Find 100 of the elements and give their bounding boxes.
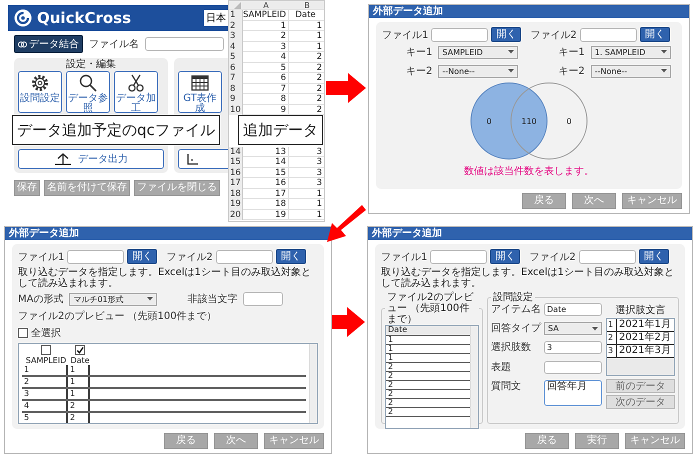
open-button[interactable]: 開く xyxy=(276,249,306,264)
table-cell: 1 xyxy=(22,365,68,375)
row-number: 3 xyxy=(229,31,243,42)
file-field[interactable] xyxy=(216,250,273,264)
export-button[interactable]: データ出力 xyxy=(18,149,164,169)
tool-button[interactable]: データ参照 xyxy=(66,71,110,113)
caret-icon xyxy=(147,297,154,301)
open-button[interactable]: 開く xyxy=(127,249,158,264)
text-field[interactable]: 3 xyxy=(544,341,602,354)
open-button[interactable]: 開く xyxy=(640,27,670,42)
table-cell: 4 xyxy=(22,401,68,411)
caret-icon xyxy=(660,50,667,54)
open-button[interactable]: 開く xyxy=(491,27,522,42)
checkbox[interactable] xyxy=(75,345,85,355)
table-cell-text: 2021年1月 xyxy=(618,319,671,331)
field-label: 質問文 xyxy=(491,380,522,393)
table-cell: 2 xyxy=(289,73,324,84)
row-number: 5 xyxy=(229,52,243,62)
choices-title: 選択肢文言 xyxy=(614,304,666,317)
group-title: ファイル2のプレビュー （先頭100件まで） xyxy=(386,292,474,325)
row-number: 14 xyxy=(229,146,243,157)
gear-icon xyxy=(30,73,50,93)
table-cell: 2 xyxy=(243,31,289,42)
table-cell: 5 xyxy=(243,62,289,73)
key-dropdown[interactable]: SAMPLEID xyxy=(438,46,518,58)
file-field[interactable] xyxy=(430,250,488,264)
caret-icon xyxy=(508,50,514,54)
row-number: 7 xyxy=(229,73,243,84)
data-join-button[interactable]: データ結合 xyxy=(14,35,83,53)
file-field[interactable] xyxy=(67,250,124,264)
format-dropdown[interactable]: マルチ01形式 xyxy=(69,292,158,306)
table-cell: 1 xyxy=(607,319,617,331)
key-dropdown[interactable]: 1. SAMPLEID xyxy=(590,46,671,58)
caret-icon xyxy=(508,69,514,73)
open-button[interactable]: 開く xyxy=(490,249,520,264)
callout-label: 追加データ xyxy=(238,115,323,145)
chart-icon xyxy=(187,153,199,165)
row-number: 2 xyxy=(229,20,243,31)
file-name-field[interactable] xyxy=(145,37,224,51)
count-label: 0 xyxy=(486,117,492,126)
table-cell: 2 xyxy=(289,84,324,94)
tool-button[interactable]: データ加工 xyxy=(114,71,158,113)
key-dropdown[interactable]: --None-- xyxy=(590,64,671,78)
count-label: 0 xyxy=(566,117,572,126)
row-number: 6 xyxy=(229,62,243,73)
app-title: QuickCross xyxy=(37,9,132,27)
file-field[interactable] xyxy=(578,250,636,264)
select-all-label: 全選択 xyxy=(31,327,61,340)
table-cell: 3 xyxy=(289,178,324,188)
scissors-icon xyxy=(126,73,146,93)
file-name-label: ファイル名 xyxy=(89,38,139,51)
column-letter: A xyxy=(262,1,270,10)
hint-text: 数値は該当件数を表します。 xyxy=(463,164,595,178)
tool-button[interactable]: 設問設定 xyxy=(18,71,62,113)
count-label: 110 xyxy=(521,117,537,126)
row-number: 9 xyxy=(229,94,243,104)
arrow xyxy=(326,73,366,103)
table-cell: 1 xyxy=(289,42,324,52)
non-match-field[interactable] xyxy=(243,292,284,306)
table-cell: 2 xyxy=(289,94,324,104)
table-cell: 3 xyxy=(243,42,289,52)
file-label: ファイル1 xyxy=(382,28,428,42)
file-field[interactable] xyxy=(431,28,488,42)
upload-icon xyxy=(54,153,72,165)
column-header: Date xyxy=(70,356,90,365)
checkbox[interactable] xyxy=(41,345,51,355)
tool-button[interactable]: GT表作成 xyxy=(178,71,222,113)
text-field[interactable]: Date xyxy=(544,303,602,316)
table-cell: 19 xyxy=(243,210,289,220)
open-button[interactable]: 開く xyxy=(638,249,669,264)
callout-label: データ追加予定のqcファイル xyxy=(12,115,220,145)
table-cell: 1 xyxy=(289,20,324,31)
table-cell: 2 xyxy=(289,62,324,73)
answer-type-dropdown[interactable]: SA xyxy=(544,322,602,336)
field-label: 回答タイプ xyxy=(491,322,541,336)
table-cell-text: 2021年2月 xyxy=(618,332,671,344)
row-number: 18 xyxy=(229,188,243,199)
row-number: 4 xyxy=(229,42,243,52)
table-cell: 1 xyxy=(243,20,289,31)
key-label: キー2 xyxy=(406,65,432,78)
table-cell: 1 xyxy=(68,377,90,387)
language-button[interactable]: 日本 xyxy=(204,10,228,26)
preview-label: ファイル2のプレビュー （先頭100件まで） xyxy=(18,310,218,323)
checkbox[interactable] xyxy=(18,328,28,338)
column-header: Date xyxy=(386,326,470,336)
file-field[interactable] xyxy=(580,28,637,42)
field-label: 選択肢数 xyxy=(491,341,532,354)
dialog-title: 外部データ追加 xyxy=(368,227,692,240)
table-cell: 16 xyxy=(243,178,289,188)
table-cell: 3 xyxy=(607,345,617,357)
instruction-text: 取り込むデータを指定します。Excelは1シート目のみ取込対象として読み込まれます。 xyxy=(381,267,675,289)
question-field[interactable]: 回答年月 xyxy=(544,380,602,406)
text-field[interactable] xyxy=(544,360,602,374)
key-dropdown[interactable]: --None-- xyxy=(438,64,518,78)
table-cell: 3 xyxy=(289,146,324,157)
table-cell: 5 xyxy=(22,413,68,423)
row-number: 1 xyxy=(229,10,243,20)
row-number: 8 xyxy=(229,84,243,94)
key-label: キー1 xyxy=(406,46,432,59)
link-icon xyxy=(18,40,27,48)
